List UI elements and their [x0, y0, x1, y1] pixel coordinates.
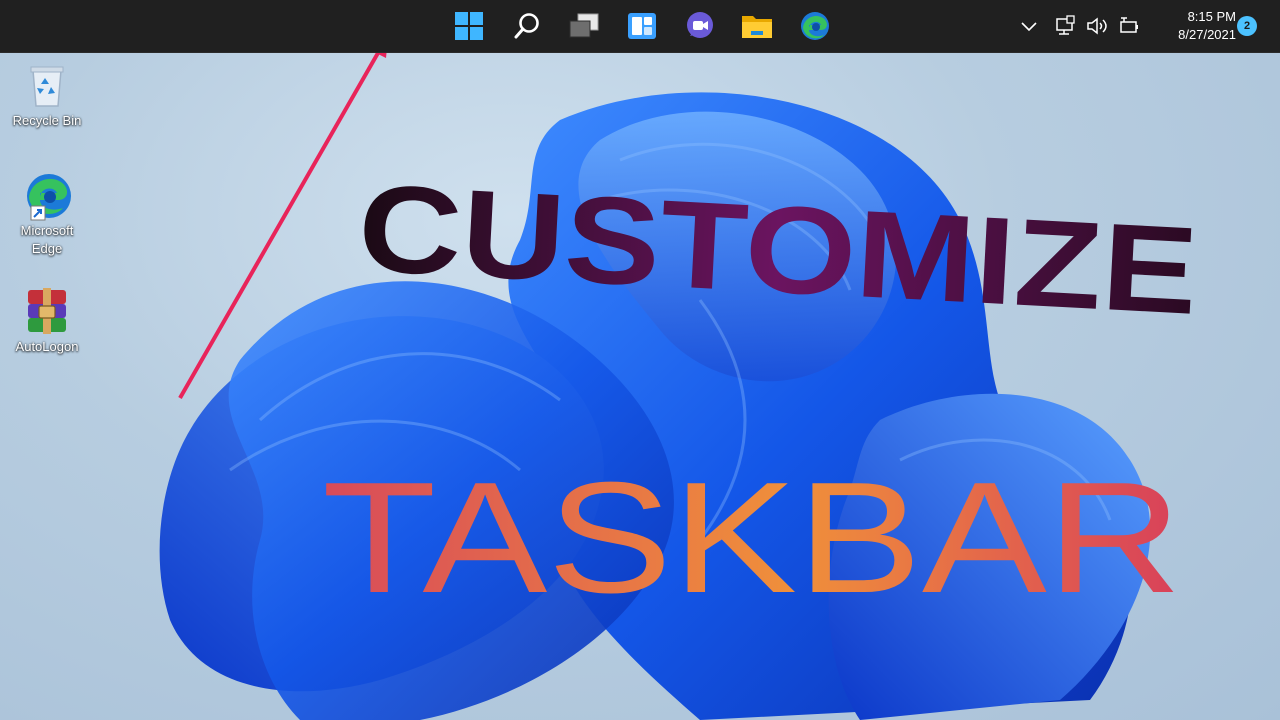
folder-icon: [742, 16, 772, 38]
start-button[interactable]: [451, 8, 487, 44]
clock-button[interactable]: 8:15 PM 8/27/2021: [1150, 8, 1236, 44]
search-button[interactable]: [509, 8, 545, 44]
task-view-button[interactable]: [566, 8, 602, 44]
desktop-icon-label: AutoLogon: [15, 339, 79, 354]
show-hidden-icons-button[interactable]: [1017, 14, 1041, 38]
edge-icon: [27, 174, 71, 221]
desktop-icon-label: Recycle Bin: [12, 113, 82, 128]
volume-tray-button[interactable]: [1085, 14, 1109, 38]
battery-charging-icon: [1120, 17, 1138, 33]
windows-start-icon: [455, 12, 483, 40]
desktop-icon-label: Microsoft Edge: [20, 223, 74, 256]
winrar-archive-icon: [28, 288, 66, 334]
notification-badge[interactable]: 2: [1237, 16, 1257, 36]
chat-icon: [687, 12, 713, 38]
chat-button[interactable]: [682, 8, 718, 44]
pointer-arrow-line: [178, 45, 384, 399]
taskbar: 8:15 PM 8/27/2021 2: [0, 0, 1280, 53]
desktop-icon-recycle-bin[interactable]: Recycle Bin: [4, 60, 90, 130]
edge-button[interactable]: [797, 8, 833, 44]
desktop-icon-autologon[interactable]: AutoLogon: [4, 286, 90, 356]
speaker-icon: [1087, 17, 1107, 35]
widgets-icon: [628, 13, 656, 39]
thumbnail-overlay: CUSTOMIZE TASKBAR: [178, 38, 1201, 626]
file-explorer-button[interactable]: [739, 8, 775, 44]
headline-customize: CUSTOMIZE: [355, 159, 1201, 341]
network-icon: [1056, 15, 1075, 35]
battery-tray-button[interactable]: [1117, 14, 1141, 38]
search-icon: [514, 13, 539, 39]
recycle-bin-icon: [30, 66, 64, 107]
clock-date: 8/27/2021: [1178, 27, 1236, 42]
widgets-button[interactable]: [624, 8, 660, 44]
clock-time: 8:15 PM: [1187, 9, 1236, 24]
chevron-up-icon: [1021, 22, 1037, 32]
network-tray-button[interactable]: [1053, 14, 1077, 38]
task-view-icon: [569, 13, 599, 38]
desktop-icon-microsoft-edge[interactable]: Microsoft Edge: [4, 170, 90, 258]
headline-taskbar: TASKBAR: [322, 450, 1182, 626]
edge-icon: [801, 12, 829, 40]
